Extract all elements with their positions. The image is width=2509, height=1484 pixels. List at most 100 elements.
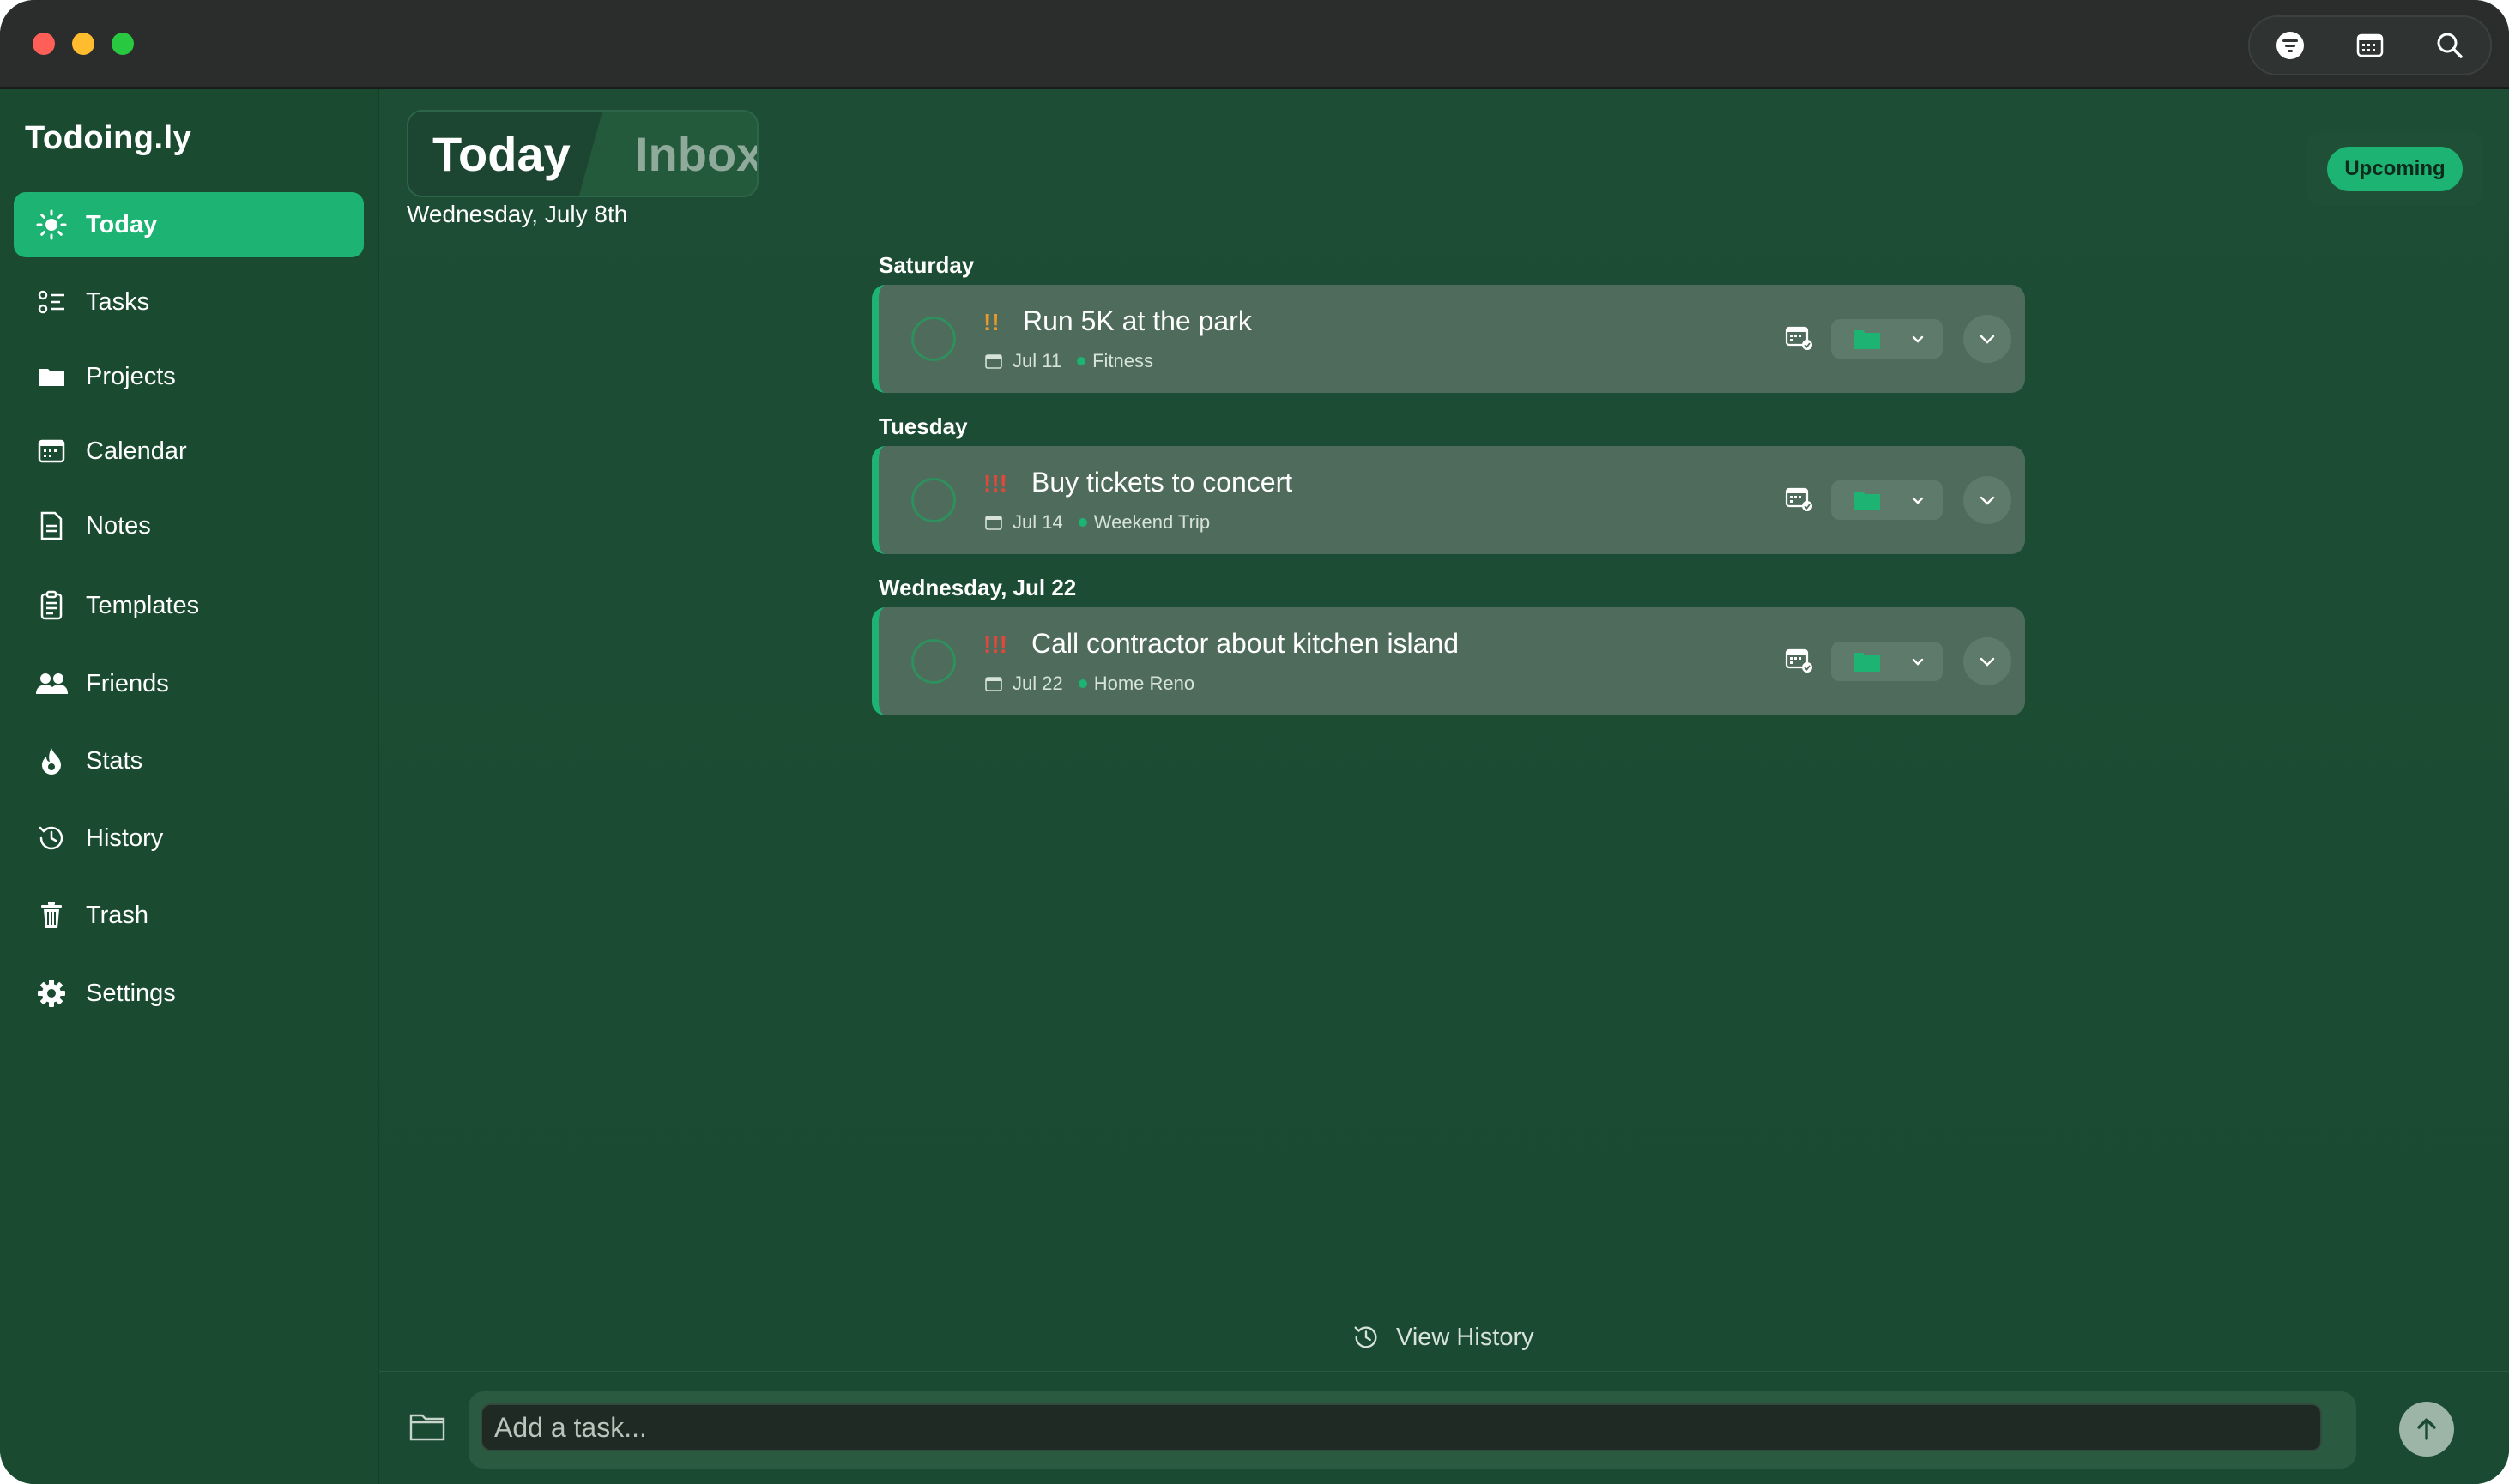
chevron-down-icon bbox=[1980, 335, 1995, 344]
tab-today[interactable]: Today bbox=[408, 112, 602, 196]
sidebar-item-projects[interactable]: Projects bbox=[14, 344, 364, 409]
task-card[interactable]: !!! Buy tickets to concert Jul 14 Weeken… bbox=[872, 446, 2025, 554]
chevron-down-icon bbox=[1912, 497, 1924, 504]
filter-icon bbox=[2276, 32, 2304, 59]
note-icon bbox=[34, 509, 69, 543]
calendar-icon bbox=[985, 677, 1002, 691]
search-icon bbox=[2437, 33, 2464, 58]
sidebar-item-label: Notes bbox=[86, 511, 151, 540]
tab-inbox[interactable]: Inbox bbox=[635, 112, 759, 196]
sidebar-item-label: History bbox=[86, 823, 164, 852]
search-button[interactable] bbox=[2424, 20, 2476, 71]
expand-task-button[interactable] bbox=[1963, 637, 2011, 685]
sidebar-item-label: Stats bbox=[86, 746, 143, 775]
view-switcher: Today Inbox bbox=[407, 110, 759, 197]
project-dot bbox=[1078, 679, 1087, 688]
history-icon bbox=[1354, 1326, 1377, 1348]
task-meta: Jul 11 Fitness bbox=[985, 350, 1153, 372]
chevron-down-icon bbox=[1980, 496, 1995, 505]
toolbar-group bbox=[2248, 15, 2492, 75]
task-title: Buy tickets to concert bbox=[1031, 467, 1293, 498]
folder-icon bbox=[1854, 330, 1880, 349]
expand-task-button[interactable] bbox=[1963, 315, 2011, 363]
task-complete-checkbox[interactable] bbox=[911, 478, 956, 522]
sidebar-item-label: Tasks bbox=[86, 287, 150, 316]
folder-icon bbox=[409, 1414, 445, 1441]
sidebar-item-trash[interactable]: Trash bbox=[14, 883, 364, 948]
project-picker[interactable] bbox=[1831, 319, 1943, 359]
view-history-link[interactable]: View History bbox=[1351, 1323, 1534, 1352]
group-heading: Tuesday bbox=[879, 413, 968, 439]
sidebar-item-calendar[interactable]: Calendar bbox=[14, 419, 364, 484]
arrow-up-icon bbox=[2417, 1418, 2436, 1440]
task-due-date: Jul 22 bbox=[1013, 673, 1063, 694]
task-composer bbox=[379, 1371, 2509, 1484]
schedule-icon[interactable] bbox=[1785, 646, 1814, 675]
priority-indicator: !! bbox=[983, 309, 1000, 335]
clipboard-icon bbox=[34, 588, 69, 623]
people-icon bbox=[34, 667, 69, 701]
chevron-down-icon bbox=[1912, 335, 1924, 343]
calendar-view-button[interactable] bbox=[2344, 20, 2396, 71]
sidebar-item-label: Templates bbox=[86, 591, 200, 619]
minimize-window-button[interactable] bbox=[72, 33, 94, 55]
sidebar-item-label: Trash bbox=[86, 901, 149, 929]
expand-task-button[interactable] bbox=[1963, 476, 2011, 524]
add-task-input[interactable] bbox=[481, 1403, 2322, 1451]
sidebar-item-label: Today bbox=[86, 210, 158, 238]
upcoming-container: Upcoming bbox=[2306, 132, 2483, 206]
tab-inbox-label: Inbox bbox=[635, 126, 759, 181]
calendar-grid-icon bbox=[2356, 33, 2384, 57]
task-card[interactable]: !!! Call contractor about kitchen island… bbox=[872, 607, 2025, 715]
sidebar-item-history[interactable]: History bbox=[14, 805, 364, 871]
folder-icon bbox=[1854, 492, 1880, 510]
flame-icon bbox=[34, 744, 69, 778]
project-picker[interactable] bbox=[1831, 642, 1943, 681]
task-complete-checkbox[interactable] bbox=[911, 639, 956, 684]
gear-icon bbox=[34, 976, 69, 1010]
upcoming-button[interactable]: Upcoming bbox=[2327, 147, 2463, 191]
sidebar-item-today[interactable]: Today bbox=[14, 192, 364, 257]
project-folder-button[interactable] bbox=[408, 1410, 446, 1443]
task-title: Run 5K at the park bbox=[1023, 305, 1252, 336]
project-dot bbox=[1077, 357, 1086, 365]
chevron-down-icon bbox=[1980, 657, 1995, 667]
task-complete-checkbox[interactable] bbox=[911, 317, 956, 361]
zoom-window-button[interactable] bbox=[112, 33, 134, 55]
sidebar-item-label: Projects bbox=[86, 362, 176, 390]
app-window: Todoing.ly Today Tasks Projects Calendar… bbox=[0, 0, 2509, 1484]
history-icon bbox=[34, 821, 69, 855]
folder-icon bbox=[34, 359, 69, 394]
sun-icon bbox=[34, 208, 69, 242]
close-window-button[interactable] bbox=[33, 33, 55, 55]
sidebar-item-settings[interactable]: Settings bbox=[14, 961, 364, 1026]
sidebar: Todoing.ly Today Tasks Projects Calendar… bbox=[0, 89, 379, 1484]
tasks-list-icon bbox=[34, 285, 69, 319]
view-history-label: View History bbox=[1396, 1323, 1534, 1351]
filter-button[interactable] bbox=[2264, 20, 2316, 71]
schedule-icon[interactable] bbox=[1785, 485, 1814, 514]
main-content: Today Inbox Wednesday, July 8th Upcoming bbox=[379, 89, 2509, 1371]
folder-icon bbox=[1854, 653, 1880, 672]
sidebar-item-tasks[interactable]: Tasks bbox=[14, 269, 364, 335]
app-name: Todoing.ly bbox=[25, 120, 192, 156]
schedule-icon[interactable] bbox=[1785, 323, 1814, 353]
group-heading: Saturday bbox=[879, 252, 975, 278]
sidebar-item-label: Friends bbox=[86, 669, 169, 697]
sidebar-item-stats[interactable]: Stats bbox=[14, 728, 364, 793]
sidebar-item-templates[interactable]: Templates bbox=[14, 573, 364, 638]
add-task-field-wrap bbox=[469, 1391, 2356, 1469]
task-project: Weekend Trip bbox=[1093, 511, 1211, 533]
sidebar-item-friends[interactable]: Friends bbox=[14, 651, 364, 716]
task-meta: Jul 14 Weekend Trip bbox=[985, 511, 1210, 534]
sidebar-item-notes[interactable]: Notes bbox=[14, 493, 364, 558]
task-card[interactable]: !! Run 5K at the park Jul 11 Fitness bbox=[872, 285, 2025, 393]
submit-task-button[interactable] bbox=[2399, 1402, 2454, 1457]
current-date: Wednesday, July 8th bbox=[407, 201, 628, 227]
calendar-icon bbox=[985, 516, 1002, 530]
task-title: Call contractor about kitchen island bbox=[1031, 628, 1460, 659]
task-project: Home Reno bbox=[1093, 673, 1195, 694]
project-dot bbox=[1078, 518, 1087, 527]
project-picker[interactable] bbox=[1831, 480, 1943, 520]
calendar-icon bbox=[985, 354, 1002, 369]
